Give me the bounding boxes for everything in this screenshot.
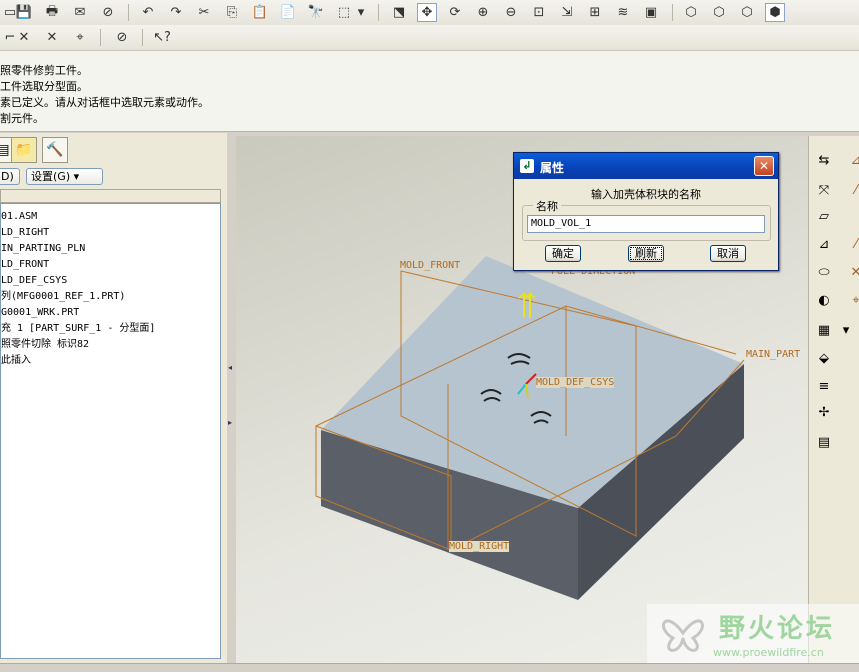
mold-feature-toolbar: ⇆ ⤧ ▱ ⊿ ⬭ ◐ ▦ ▾ ⬙ ≡ ✢ ▤ ⊿ ⁄ ⁄ ✕ ⌖ (808, 136, 859, 663)
datum-axis-icon[interactable]: ⁄ (845, 180, 859, 200)
mold-layout-icon[interactable]: ⇆ (813, 150, 835, 170)
repaint-icon[interactable]: ⬔ (389, 3, 409, 22)
close-window-icon[interactable]: ⊘ (98, 3, 118, 22)
tree-item[interactable]: 列(MFG0001_REF_1.PRT) (1, 290, 125, 303)
refit-icon[interactable]: ⊡ (529, 3, 549, 22)
message-line: 素已定义。请从对话框中选取元素或动作。 (0, 96, 209, 109)
tree-column-header (0, 189, 221, 203)
volume-name-input[interactable]: MOLD_VOL_1 (527, 215, 765, 233)
extract-icon[interactable]: ⬙ (813, 348, 835, 368)
collapse-left-icon[interactable]: ◂ (228, 363, 232, 372)
silhouette-curve-icon[interactable]: ◐ (813, 290, 835, 310)
copy-icon[interactable]: ⎘ (222, 3, 242, 22)
hidden-line-icon[interactable]: ⬡ (709, 3, 729, 22)
main-parting-label: MAIN_PART (746, 349, 801, 360)
name-group-label: 名称 (533, 198, 561, 214)
datum-curve-icon[interactable]: ⁄ (845, 234, 859, 254)
volume-split-icon[interactable]: ⬭ (813, 262, 835, 282)
message-area: 照零件修剪工件。 工件选取分型面。 素已定义。请从对话框中选取元素或动作。 割元… (0, 51, 859, 132)
find-icon[interactable]: 🔭 (306, 3, 326, 22)
tab-favorites[interactable]: 🔨 (42, 137, 68, 163)
mold-front-label: MOLD_FRONT (400, 260, 461, 271)
print-icon[interactable]: 🖶 (42, 3, 62, 22)
shrinkage-icon[interactable]: ⤧ (813, 180, 835, 200)
datum-point-icon[interactable]: ✕ (845, 262, 859, 282)
show-dropdown[interactable]: D) ▾ (0, 168, 20, 198)
paste-icon[interactable]: 📋 (250, 3, 270, 22)
mold-right-label: MOLD_RIGHT (449, 541, 510, 552)
redo-icon[interactable]: ↷ (166, 3, 186, 22)
settings-dropdown[interactable]: 设置(G) ▾ (26, 168, 103, 185)
butterfly-logo-icon (662, 619, 704, 652)
saved-views-icon[interactable]: ⊞ (585, 3, 605, 22)
undo-icon[interactable]: ↶ (138, 3, 158, 22)
message-line: 工件选取分型面。 (0, 80, 88, 93)
tree-item[interactable]: G0001_WRK.PRT (1, 306, 79, 319)
watermark-url: www.proewildfire.cn (713, 646, 824, 659)
shading-icon[interactable]: ⬢ (765, 3, 785, 22)
panel-splitter[interactable]: ◂ ▸ (227, 133, 236, 663)
zoom-out-icon[interactable]: ⊖ (501, 3, 521, 22)
no-hidden-icon[interactable]: ⬡ (737, 3, 757, 22)
cut-icon[interactable]: ✂ (194, 3, 214, 22)
tab-folder-browser[interactable]: 📁 (11, 137, 37, 163)
tree-item[interactable]: IN_PARTING_PLN (1, 242, 85, 255)
volume-block-icon[interactable]: ▦ (813, 320, 835, 340)
mold-opening-icon[interactable]: ≡ (813, 376, 835, 396)
paste-special-icon[interactable]: 📄 (278, 3, 298, 22)
dialog-title: 属性 (540, 161, 565, 175)
tree-item[interactable]: 照零件切除 标识82 (1, 338, 89, 351)
tree-item[interactable]: 01.ASM (1, 210, 37, 223)
spin-center-icon[interactable]: ✥ (417, 3, 437, 22)
expand-right-icon[interactable]: ▸ (228, 418, 232, 427)
app-icon: ↲ (520, 159, 534, 173)
select-dropdown-icon[interactable]: ▾ (356, 3, 366, 22)
context-help-icon[interactable]: ↖? (152, 28, 172, 47)
reorient-icon[interactable]: ⇲ (557, 3, 577, 22)
csys-display-icon[interactable]: ⌖ (70, 28, 90, 47)
parting-surface-icon[interactable]: ⊿ (813, 234, 835, 254)
model-tree-panel: ▤ 📁 🔨 D) ▾ 设置(G) ▾ 01.ASM LD_RIGHT IN_PA… (0, 133, 227, 663)
cancel-button[interactable]: 取消 (710, 245, 746, 262)
main-toolbar: ▭ 💾 🖶 ✉ ⊘ ↶ ↷ ✂ ⎘ 📋 📄 🔭 ⬚ ▾ ⬔ ✥ ⟳ ⊕ ⊖ ⊡ … (0, 0, 859, 26)
workpiece-icon[interactable]: ▱ (813, 206, 835, 226)
select-box-icon[interactable]: ⬚ (334, 3, 354, 22)
axis-display-icon[interactable]: ✕ (14, 28, 34, 47)
model-tree[interactable]: 01.ASM LD_RIGHT IN_PARTING_PLN LD_FRONT … (0, 203, 221, 659)
save-icon[interactable]: 💾 (14, 3, 34, 22)
refresh-button[interactable]: 刷新 (628, 245, 664, 262)
message-line: 割元件。 (0, 112, 44, 125)
orient-icon[interactable]: ⟳ (445, 3, 465, 22)
zoom-in-icon[interactable]: ⊕ (473, 3, 493, 22)
tree-item[interactable]: LD_DEF_CSYS (1, 274, 67, 287)
datum-csys-icon[interactable]: ⌖ (845, 290, 859, 310)
watermark-text: 野火论坛 (719, 614, 836, 644)
name-group: 名称 MOLD_VOL_1 (522, 198, 771, 241)
datum-tools-icon[interactable]: ⊿ (845, 150, 859, 170)
tree-item[interactable]: 此插入 (1, 354, 31, 367)
point-display-icon[interactable]: ✕ (42, 28, 62, 47)
view-manager-icon[interactable]: ▣ (641, 3, 661, 22)
dialog-title-bar[interactable]: ↲ 属性 ✕ (514, 153, 778, 179)
secondary-toolbar: ⌐ ✕ ✕ ⌖ ⊘ ↖? (0, 25, 859, 51)
csys-label: MOLD_DEF_CSYS (536, 377, 615, 388)
message-line: 照零件修剪工件。 (0, 64, 88, 77)
tree-item[interactable]: LD_FRONT (1, 258, 49, 271)
send-icon[interactable]: ✉ (70, 3, 90, 22)
wireframe-icon[interactable]: ⬡ (681, 3, 701, 22)
ok-button[interactable]: 确定 (545, 245, 581, 262)
volume-dropdown-icon[interactable]: ▾ (841, 320, 851, 340)
tree-item[interactable]: LD_RIGHT (1, 226, 49, 239)
close-button[interactable]: ✕ (754, 156, 774, 176)
layers-icon[interactable]: ≋ (613, 3, 633, 22)
cooling-icon[interactable]: ✢ (813, 402, 835, 422)
analysis-icon[interactable]: ▤ (813, 432, 835, 452)
properties-dialog: ↲ 属性 ✕ 输入加壳体积块的名称 名称 MOLD_VOL_1 确定 刷新 取消 (513, 152, 779, 271)
tree-item[interactable]: 充 1 [PART_SURF_1 - 分型面] (1, 322, 155, 335)
forum-watermark: 野火论坛 www.proewildfire.cn (647, 604, 859, 664)
annotation-display-icon[interactable]: ⊘ (112, 28, 132, 47)
